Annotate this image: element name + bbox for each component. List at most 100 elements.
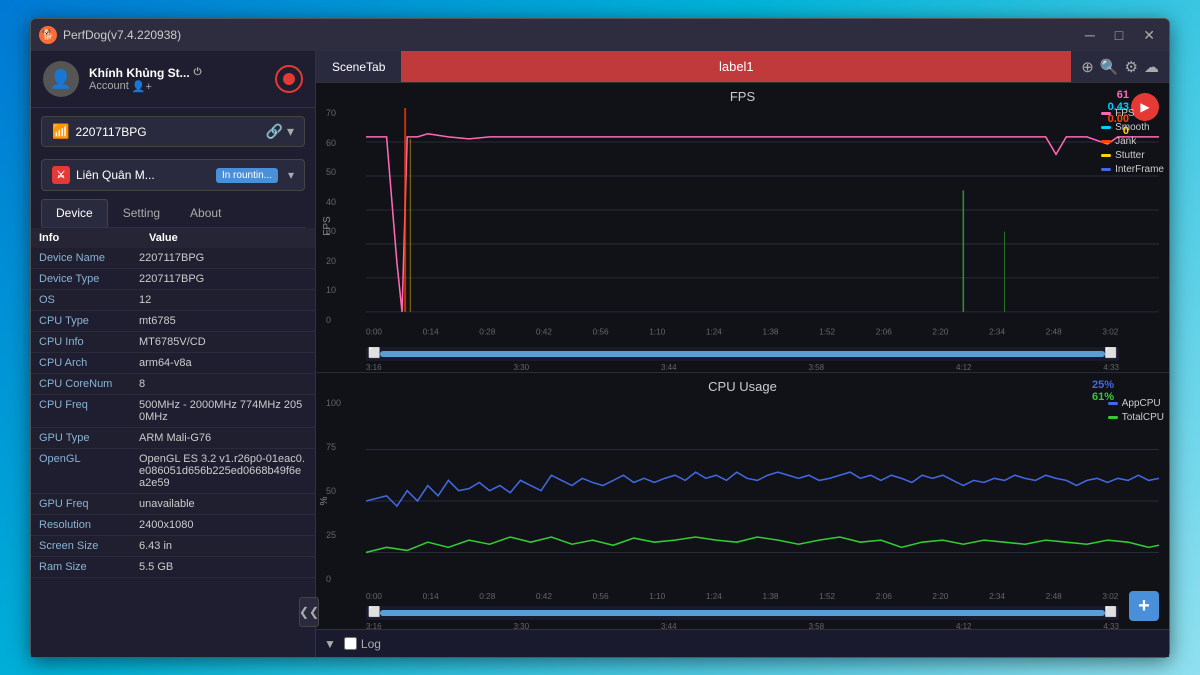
close-button[interactable]: ✕ [1137, 25, 1161, 46]
cpu-y-label: % [319, 496, 330, 505]
svg-text:1:52: 1:52 [819, 592, 835, 601]
table-row: CPU CoreNum 8 [31, 374, 315, 395]
power-icon[interactable]: ⏻ [194, 67, 202, 78]
window-title: PerfDog(v7.4.220938) [63, 28, 1079, 42]
svg-text:0:42: 0:42 [536, 592, 552, 601]
cpu-chart-svg: 0:00 0:14 0:28 0:42 0:56 1:10 1:24 1:38 … [366, 398, 1159, 604]
scene-label: label1 [401, 51, 1071, 82]
bottom-bar: ▼ Log [316, 629, 1169, 657]
dropdown-button[interactable]: ▼ [324, 637, 336, 651]
location-icon[interactable]: ⊕ [1081, 58, 1094, 76]
table-header: Info Value [31, 228, 315, 248]
username-text: Khính Khủng St... [89, 66, 190, 80]
scene-bar: SceneTab label1 ⊕ 🔍 ⚙ ☁ [316, 51, 1169, 83]
table-row: Device Name 2207117BPG [31, 248, 315, 269]
log-checkbox[interactable]: Log [344, 637, 381, 651]
fps-chart-section: FPS ▶ 61 0.43 0.00 0 706050403020 [316, 83, 1169, 373]
username: Khính Khủng St... ⏻ [89, 66, 265, 80]
tab-setting[interactable]: Setting [108, 199, 175, 227]
svg-text:2:06: 2:06 [876, 592, 892, 601]
settings-icon[interactable]: ⚙ [1125, 58, 1138, 76]
svg-text:1:38: 1:38 [763, 328, 779, 337]
svg-text:0:14: 0:14 [423, 328, 439, 337]
main-window: 🐕 PerfDog(v7.4.220938) ─ □ ✕ 👤 Khính Khủ… [30, 18, 1170, 658]
svg-text:1:10: 1:10 [649, 592, 665, 601]
record-dot [283, 73, 295, 85]
user-info: Khính Khủng St... ⏻ Account 👤+ [89, 66, 265, 93]
cpu-chart-section: CPU Usage 25% 61% 1007550250 % [316, 373, 1169, 629]
col-header-info: Info [39, 232, 139, 244]
tab-device[interactable]: Device [41, 199, 108, 227]
table-row: CPU Type mt6785 [31, 311, 315, 332]
device-tabs: Device Setting About [41, 199, 305, 228]
app-name: Liên Quân M... [76, 168, 210, 182]
table-row: GPU Freq unavailable [31, 494, 315, 515]
cpu-extra-x-labels: 3:163:303:443:584:124:33 [366, 622, 1119, 629]
collapse-sidebar-button[interactable]: ❮❮ [299, 597, 319, 627]
app-game-icon: ⚔ [52, 166, 70, 184]
search-icon[interactable]: 🔍 [1100, 58, 1119, 76]
minimize-button[interactable]: ─ [1079, 25, 1101, 46]
svg-text:2:06: 2:06 [876, 328, 892, 337]
titlebar: 🐕 PerfDog(v7.4.220938) ─ □ ✕ [31, 19, 1169, 51]
cpu-scrollbar[interactable]: ⬜ ⬜ [366, 606, 1119, 620]
cloud-icon[interactable]: ☁ [1144, 58, 1159, 76]
table-row: Ram Size 5.5 GB [31, 557, 315, 578]
app-icon: 🐕 [39, 26, 57, 44]
svg-text:2:20: 2:20 [932, 592, 948, 601]
add-chart-button[interactable]: + [1129, 591, 1159, 621]
table-row: OS 12 [31, 290, 315, 311]
tab-about[interactable]: About [175, 199, 236, 227]
scrollbar-right-handle[interactable]: ⬜ [1103, 348, 1119, 359]
app-selector[interactable]: ⚔ Liên Quân M... In rountin... ▾ [41, 159, 305, 191]
fps-chart-svg: 0:00 0:14 0:28 0:42 0:56 1:10 1:24 1:38 … [366, 108, 1159, 345]
charts-area: FPS ▶ 61 0.43 0.00 0 706050403020 [316, 83, 1169, 629]
cpu-scrollbar-right[interactable]: ⬜ [1103, 607, 1119, 618]
wifi-icon: 📶 [52, 123, 69, 140]
account-label: Account 👤+ [89, 80, 265, 93]
table-row: CPU Arch arm64-v8a [31, 353, 315, 374]
fps-legend: FPS Smooth Jank Stutter InterFrame [1101, 108, 1164, 175]
chevron-down-icon: ▾ [287, 123, 294, 140]
maximize-button[interactable]: □ [1109, 25, 1129, 46]
svg-text:2:48: 2:48 [1046, 328, 1062, 337]
table-row: Device Type 2207117BPG [31, 269, 315, 290]
svg-text:0:28: 0:28 [479, 592, 495, 601]
svg-text:1:24: 1:24 [706, 328, 722, 337]
right-panel: SceneTab label1 ⊕ 🔍 ⚙ ☁ FPS ▶ [316, 51, 1169, 657]
svg-text:0:14: 0:14 [423, 592, 439, 601]
device-name: 2207117BPG [75, 125, 259, 139]
col-header-value: Value [149, 232, 178, 244]
table-row: GPU Type ARM Mali-G76 [31, 428, 315, 449]
user-section: 👤 Khính Khủng St... ⏻ Account 👤+ [31, 51, 315, 108]
cpu-chart-container: 1007550250 % [366, 398, 1159, 604]
svg-text:3:02: 3:02 [1102, 328, 1118, 337]
device-info-table: Info Value Device Name 2207117BPG Device… [31, 228, 315, 657]
table-row: Resolution 2400x1080 [31, 515, 315, 536]
record-button[interactable] [275, 65, 303, 93]
app-status-badge: In rountin... [216, 168, 278, 183]
svg-text:0:28: 0:28 [479, 328, 495, 337]
svg-text:2:48: 2:48 [1046, 592, 1062, 601]
device-selector[interactable]: 📶 2207117BPG 🔗 ▾ [41, 116, 305, 147]
fps-scrollbar[interactable]: ⬜ ⬜ [366, 347, 1119, 361]
window-controls: ─ □ ✕ [1079, 25, 1161, 46]
fps-extra-x-labels: 3:163:303:443:584:124:33 [366, 363, 1119, 372]
main-content: 👤 Khính Khủng St... ⏻ Account 👤+ [31, 51, 1169, 657]
add-user-icon: 👤+ [132, 80, 152, 93]
fps-y-label: FPS [322, 217, 333, 236]
log-checkbox-input[interactable] [344, 637, 357, 650]
svg-text:0:56: 0:56 [593, 328, 609, 337]
svg-text:2:20: 2:20 [932, 328, 948, 337]
fps-chart-title: FPS [316, 87, 1169, 108]
svg-text:0:42: 0:42 [536, 328, 552, 337]
cpu-legend: AppCPU TotalCPU [1108, 398, 1164, 423]
device-icons: 🔗 ▾ [266, 123, 294, 140]
svg-text:2:34: 2:34 [989, 592, 1005, 601]
table-row: Screen Size 6.43 in [31, 536, 315, 557]
cpu-y-axis: 1007550250 [326, 398, 341, 584]
link-icon: 🔗 [266, 123, 283, 140]
sidebar: 👤 Khính Khủng St... ⏻ Account 👤+ [31, 51, 316, 657]
scene-tab[interactable]: SceneTab [316, 51, 401, 82]
avatar: 👤 [43, 61, 79, 97]
